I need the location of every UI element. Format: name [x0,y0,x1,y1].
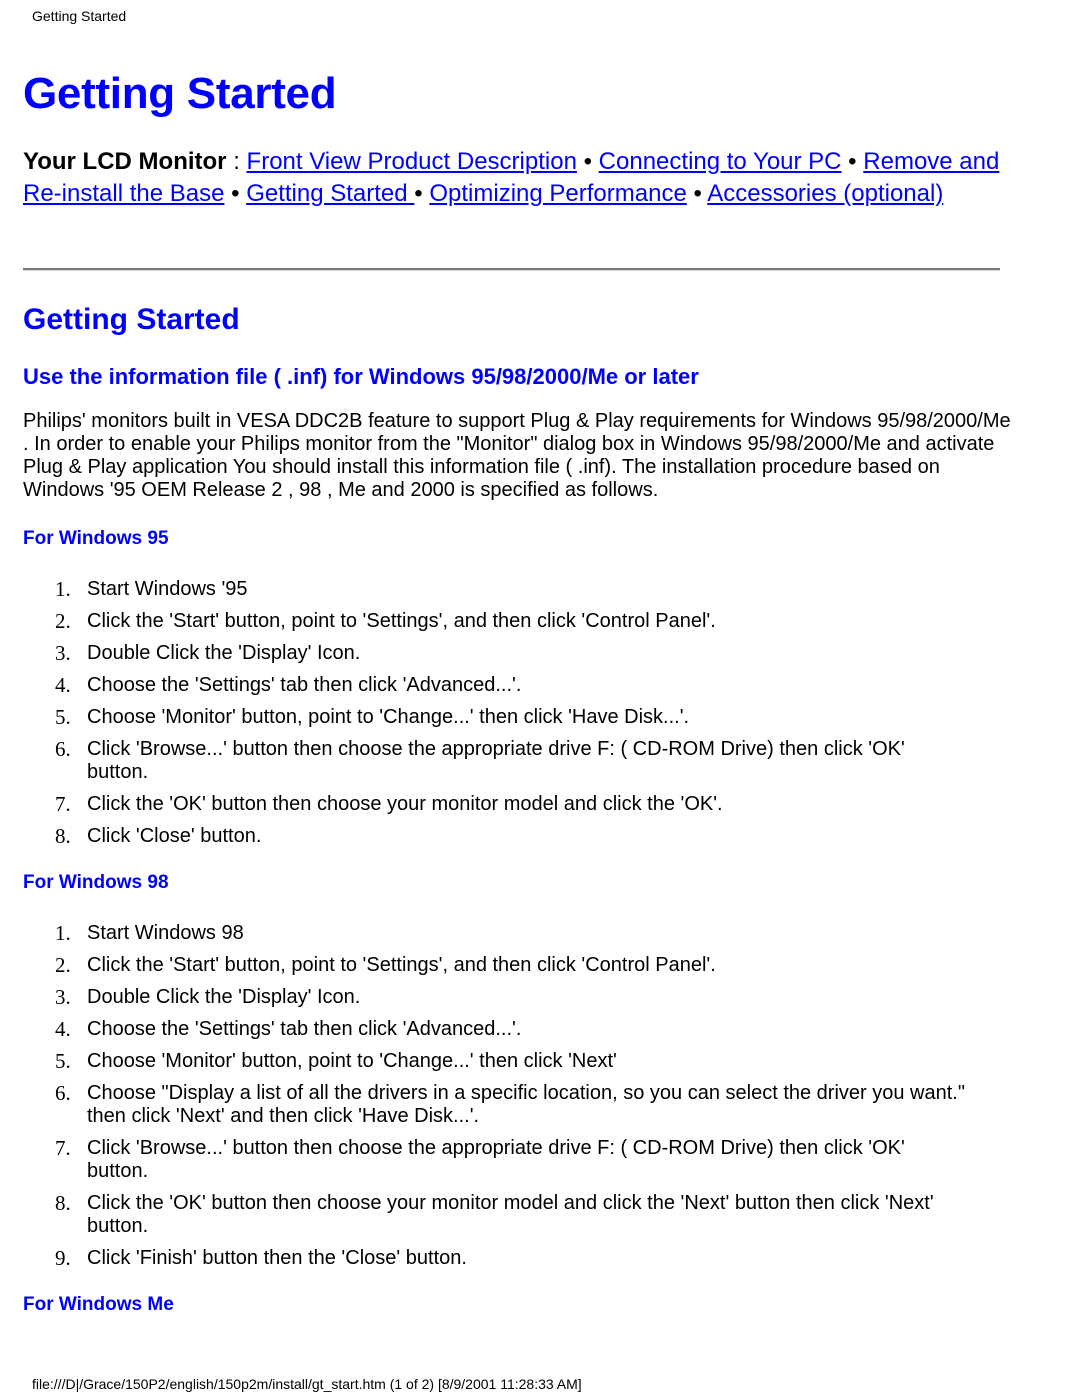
list-item-number: 3. [55,985,71,1009]
list-item-text: Choose the 'Settings' tab then click 'Ad… [87,1018,522,1040]
list-item-text: Start Windows 98 [87,922,244,944]
list-item: 5. Choose 'Monitor' button, point to 'Cha… [0,1050,967,1073]
nav-link-connecting[interactable]: Connecting to Your PC [599,148,842,175]
list-item: 8. Click 'Close' button. [0,825,967,848]
list-item-number: 3. [55,641,71,665]
nav-link-accessories[interactable]: Accessories (optional) [707,180,943,207]
list-item-text: Click the 'OK' button then choose your m… [87,793,723,815]
list-item: 4. Choose the 'Settings' tab then click '… [0,1018,967,1041]
list-item-text: Double Click the 'Display' Icon. [87,642,361,664]
list-item: 3. Double Click the 'Display' Icon. [0,642,967,665]
windows-me-heading: For Windows Me [23,1294,174,1315]
list-item-text: Click 'Browse...' button then choose the… [87,1137,905,1182]
list-item-text: Click the 'Start' button, point to 'Sett… [87,954,716,976]
print-header-title: Getting Started [32,8,127,24]
list-item-text: Click 'Close' button. [87,825,262,847]
list-item: 8. Click the 'OK' button then choose your… [0,1192,967,1238]
nav-link-getting-started[interactable]: Getting Started [246,180,414,207]
list-item: 1. Start Windows 98 [0,922,967,945]
list-item-number: 6. [55,737,71,761]
list-item: 7. Click the 'OK' button then choose your… [0,793,967,816]
list-item: 3. Double Click the 'Display' Icon. [0,986,967,1009]
list-item: 5. Choose 'Monitor' button, point to 'Cha… [0,706,967,729]
page-title: Getting Started [23,69,337,118]
list-item-text: Choose 'Monitor' button, point to 'Chang… [87,1050,617,1072]
list-item-text: Click 'Browse...' button then choose the… [87,738,905,783]
list-item-number: 5. [55,705,71,729]
list-item-number: 9. [55,1246,71,1270]
windows-95-heading: For Windows 95 [23,528,169,549]
list-item-text: Choose 'Monitor' button, point to 'Chang… [87,706,690,728]
nav-link-front-view[interactable]: Front View Product Description [247,148,577,175]
list-item: 6. Click 'Browse...' button then choose t… [0,738,967,784]
list-item-text: Click the 'OK' button then choose your m… [87,1192,934,1237]
list-item-number: 1. [55,577,71,601]
windows-98-heading: For Windows 98 [23,872,169,893]
windows-95-steps: 1. Start Windows '95 2. Click the 'Start' b… [0,578,1000,857]
nav-bullet: • [414,180,430,207]
list-item-text: Choose the 'Settings' tab then click 'Ad… [87,674,522,696]
nav-link-optimizing[interactable]: Optimizing Performance [429,180,686,207]
list-item-text: Start Windows '95 [87,578,248,600]
section-title: Getting Started [23,303,240,336]
list-item-text: Double Click the 'Display' Icon. [87,986,361,1008]
nav-bullet: • [686,180,708,207]
list-item: 6. Choose "Display a list of all the driv… [0,1082,967,1128]
horizontal-divider [23,268,1000,271]
list-item: 9. Click 'Finish' button then the 'Close'… [0,1247,967,1270]
intro-paragraph: Philips' monitors built in VESA DDC2B fe… [23,410,1011,501]
print-footer-path: file:///D|/Grace/150P2/english/150p2m/in… [32,1376,582,1392]
nav-separator: : [226,148,247,175]
list-item-number: 4. [55,673,71,697]
list-item-number: 8. [55,824,71,848]
list-item: 2. Click the 'Start' button, point to 'Se… [0,954,967,977]
list-item-number: 1. [55,921,71,945]
list-item-number: 6. [55,1081,71,1105]
nav-label: Your LCD Monitor [23,148,227,175]
section-navigation: Your LCD Monitor : Front View Product De… [23,146,1003,210]
list-item-number: 7. [55,1136,71,1160]
list-item-text: Click 'Finish' button then the 'Close' b… [87,1247,467,1269]
windows-98-steps: 1. Start Windows 98 2. Click the 'Start' bu… [0,922,1000,1279]
nav-bullet: • [841,148,864,175]
list-item: 1. Start Windows '95 [0,578,967,601]
list-item-number: 7. [55,792,71,816]
nav-bullet: • [576,148,599,175]
list-item-number: 2. [55,609,71,633]
list-item: 7. Click 'Browse...' button then choose t… [0,1137,967,1183]
nav-bullet: • [224,180,247,207]
list-item-number: 4. [55,1017,71,1041]
list-item: 2. Click the 'Start' button, point to 'Se… [0,610,967,633]
list-item-text: Click the 'Start' button, point to 'Sett… [87,610,716,632]
sub-title: Use the information file ( .inf) for Win… [23,364,699,389]
list-item-number: 5. [55,1049,71,1073]
list-item: 4. Choose the 'Settings' tab then click '… [0,674,967,697]
list-item-number: 2. [55,953,71,977]
list-item-number: 8. [55,1191,71,1215]
list-item-text: Choose "Display a list of all the driver… [87,1082,965,1127]
